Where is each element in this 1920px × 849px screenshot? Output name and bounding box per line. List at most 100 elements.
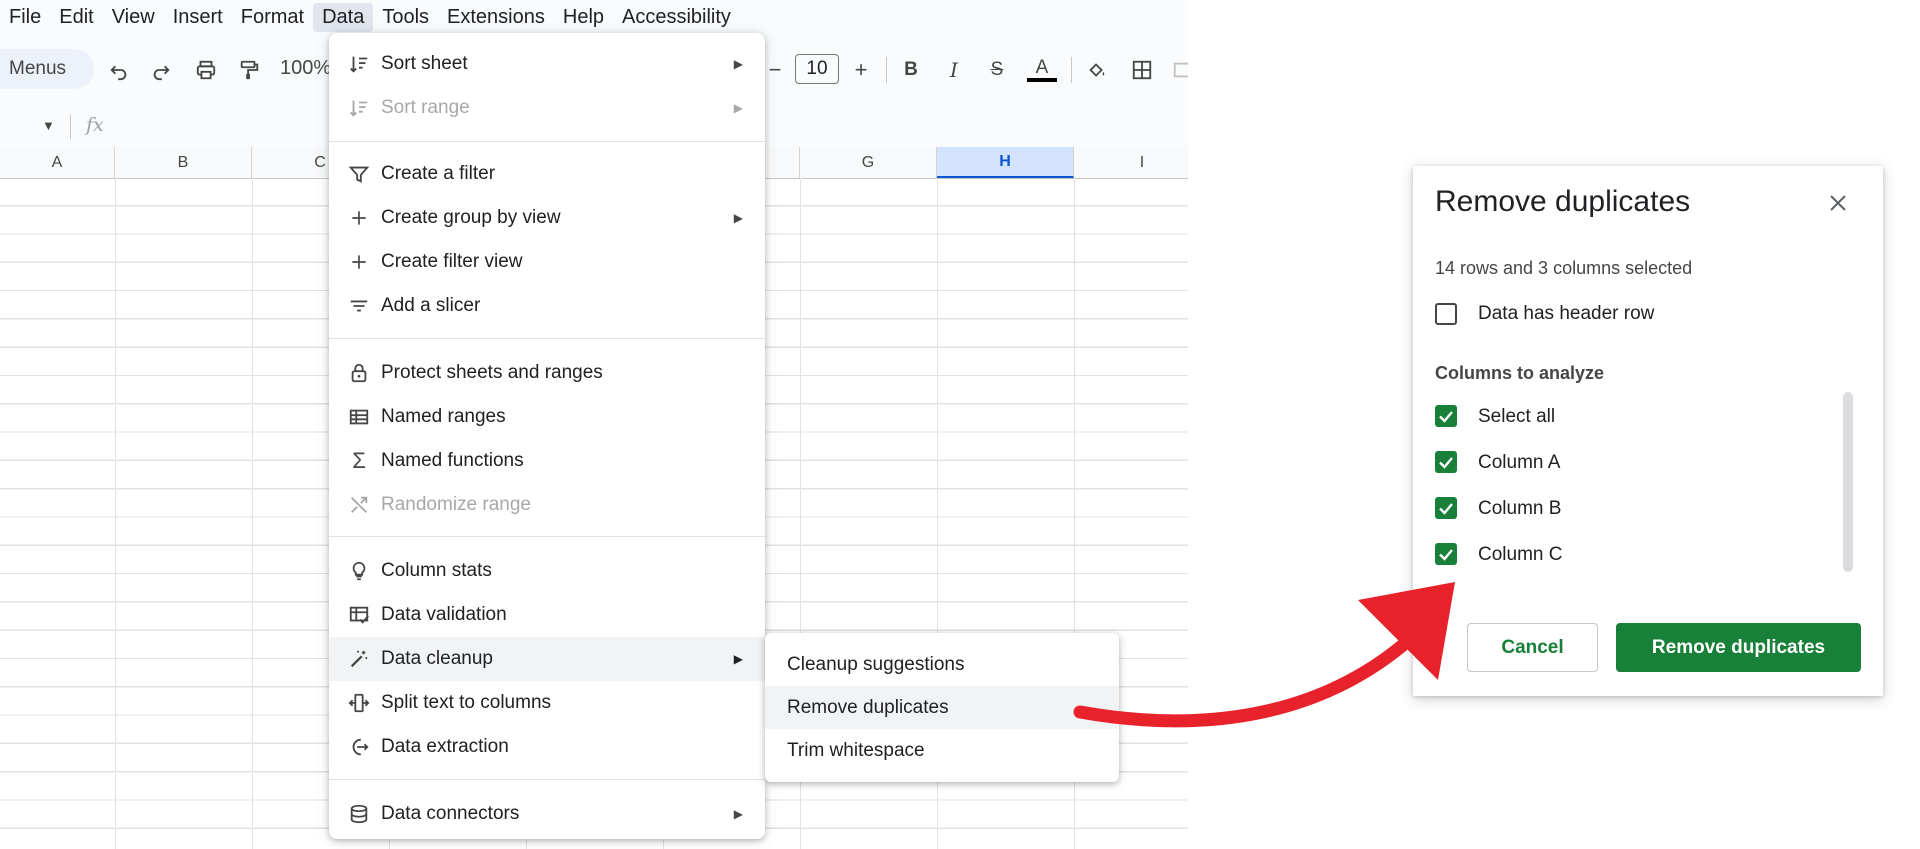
menu-item-named-ranges[interactable]: Named ranges [329,395,765,439]
menu-item-data-extraction[interactable]: Data extraction [329,725,765,769]
submenu-item-cleanup-suggestions[interactable]: Cleanup suggestions [765,643,1119,686]
grid-line [252,178,253,849]
paint-format-icon[interactable] [236,57,262,83]
cancel-button[interactable]: Cancel [1467,623,1598,672]
name-box-dropdown-icon[interactable]: ▼ [42,118,55,133]
menu-file[interactable]: File [0,3,50,32]
undo-icon[interactable] [106,57,132,83]
checkmark-icon [1439,457,1453,469]
column-c-checkbox[interactable] [1435,543,1457,565]
text-color-letter: A [1035,56,1049,78]
bold-icon[interactable]: B [898,57,924,83]
column-header[interactable]: I [1074,147,1188,178]
print-icon[interactable] [193,57,219,83]
toolbar-divider [886,57,887,83]
merge-icon[interactable] [1170,57,1188,83]
menu-data[interactable]: Data [313,2,374,32]
borders-icon[interactable] [1129,57,1155,83]
increase-font-icon[interactable]: + [848,57,874,83]
filter-icon [347,162,371,186]
column-header[interactable]: A [0,147,115,178]
strikethrough-icon[interactable]: S [984,57,1010,83]
dialog-title: Remove duplicates [1435,185,1691,218]
header-row-checkbox[interactable] [1435,303,1457,325]
close-icon[interactable] [1821,186,1855,220]
menu-tools[interactable]: Tools [373,3,438,32]
menu-accessibility[interactable]: Accessibility [613,3,740,32]
column-header-selected[interactable]: H [937,147,1074,178]
header-row-label[interactable]: Data has header row [1478,303,1654,325]
menu-item-add-slicer[interactable]: Add a slicer [329,284,765,328]
plus-icon [347,206,371,230]
fill-color-icon[interactable] [1084,57,1110,83]
submenu-arrow-icon: ▶ [733,101,743,115]
menu-item-split-text[interactable]: Split text to columns [329,681,765,725]
column-header[interactable]: G [800,147,937,178]
submenu-item-remove-duplicates[interactable]: Remove duplicates [765,686,1119,729]
menu-item-data-validation[interactable]: Data validation [329,593,765,637]
menu-extensions[interactable]: Extensions [438,3,554,32]
menu-bar: File Edit View Insert Format Data Tools … [0,0,1188,34]
extraction-icon [347,735,371,759]
menu-item-sort-range: Sort range ▶ [329,86,765,130]
menu-item-label: Named ranges [381,406,506,427]
data-validation-icon [347,603,371,627]
select-all-checkbox[interactable] [1435,405,1457,427]
menu-view[interactable]: View [103,3,164,32]
menu-item-label: Sort sheet [381,53,468,74]
column-header[interactable]: B [115,147,252,178]
sigma-icon: Σ [352,448,366,473]
menu-help[interactable]: Help [554,3,613,32]
column-b-checkbox[interactable] [1435,497,1457,519]
shuffle-icon [347,493,371,517]
menus-search-input[interactable]: Menus [0,49,94,89]
menu-divider [329,536,765,537]
column-c-label[interactable]: Column C [1478,544,1562,566]
sort-icon [347,52,371,76]
menus-search-label: Menus [9,58,67,79]
font-size-input[interactable]: 10 [795,54,839,84]
lock-icon [347,361,371,385]
grid-line [115,178,116,849]
plus-icon [347,250,371,274]
menu-item-label: Sort range [381,97,470,118]
menu-item-sort-sheet[interactable]: Sort sheet ▶ [329,42,765,86]
decrease-font-icon[interactable]: − [762,57,788,83]
toolbar-divider [1071,57,1072,83]
select-all-label[interactable]: Select all [1478,406,1555,428]
dialog-scrollbar[interactable] [1843,392,1853,572]
menu-item-label: Create filter view [381,251,523,272]
menu-edit[interactable]: Edit [50,3,102,32]
submenu-item-trim-whitespace[interactable]: Trim whitespace [765,729,1119,772]
remove-duplicates-button[interactable]: Remove duplicates [1616,623,1861,672]
menu-item-label: Split text to columns [381,692,552,713]
menu-item-data-cleanup[interactable]: Data cleanup ▶ [329,637,765,681]
data-cleanup-submenu: Cleanup suggestions Remove duplicates Tr… [765,633,1119,782]
italic-icon[interactable]: I [941,57,967,83]
spreadsheet-window: File Edit View Insert Format Data Tools … [0,0,1188,849]
column-a-checkbox[interactable] [1435,451,1457,473]
redo-icon[interactable] [148,57,174,83]
menu-insert[interactable]: Insert [164,3,232,32]
menu-item-protect-sheets[interactable]: Protect sheets and ranges [329,351,765,395]
menu-divider [329,779,765,780]
menu-item-create-filter[interactable]: Create a filter [329,152,765,196]
menu-item-create-group-by-view[interactable]: Create group by view ▶ [329,196,765,240]
menu-item-label: Data connectors [381,803,520,824]
remove-duplicates-dialog: Remove duplicates 14 rows and 3 columns … [1413,166,1883,696]
column-b-label[interactable]: Column B [1478,498,1561,520]
submenu-arrow-icon: ▶ [733,211,743,225]
menu-item-named-functions[interactable]: Σ Named functions [329,439,765,483]
menu-item-column-stats[interactable]: Column stats [329,549,765,593]
column-a-label[interactable]: Column A [1478,452,1560,474]
menu-divider [329,338,765,339]
magic-wand-icon [347,647,371,671]
menu-item-label: Add a slicer [381,295,481,316]
menu-item-create-filter-view[interactable]: Create filter view [329,240,765,284]
checkmark-icon [1439,549,1453,561]
text-color-icon[interactable]: A [1027,56,1057,83]
menu-divider [329,141,765,142]
menu-format[interactable]: Format [232,3,313,32]
menu-item-data-connectors[interactable]: Data connectors ▶ [329,792,765,836]
zoom-select[interactable]: 100% [280,57,331,80]
